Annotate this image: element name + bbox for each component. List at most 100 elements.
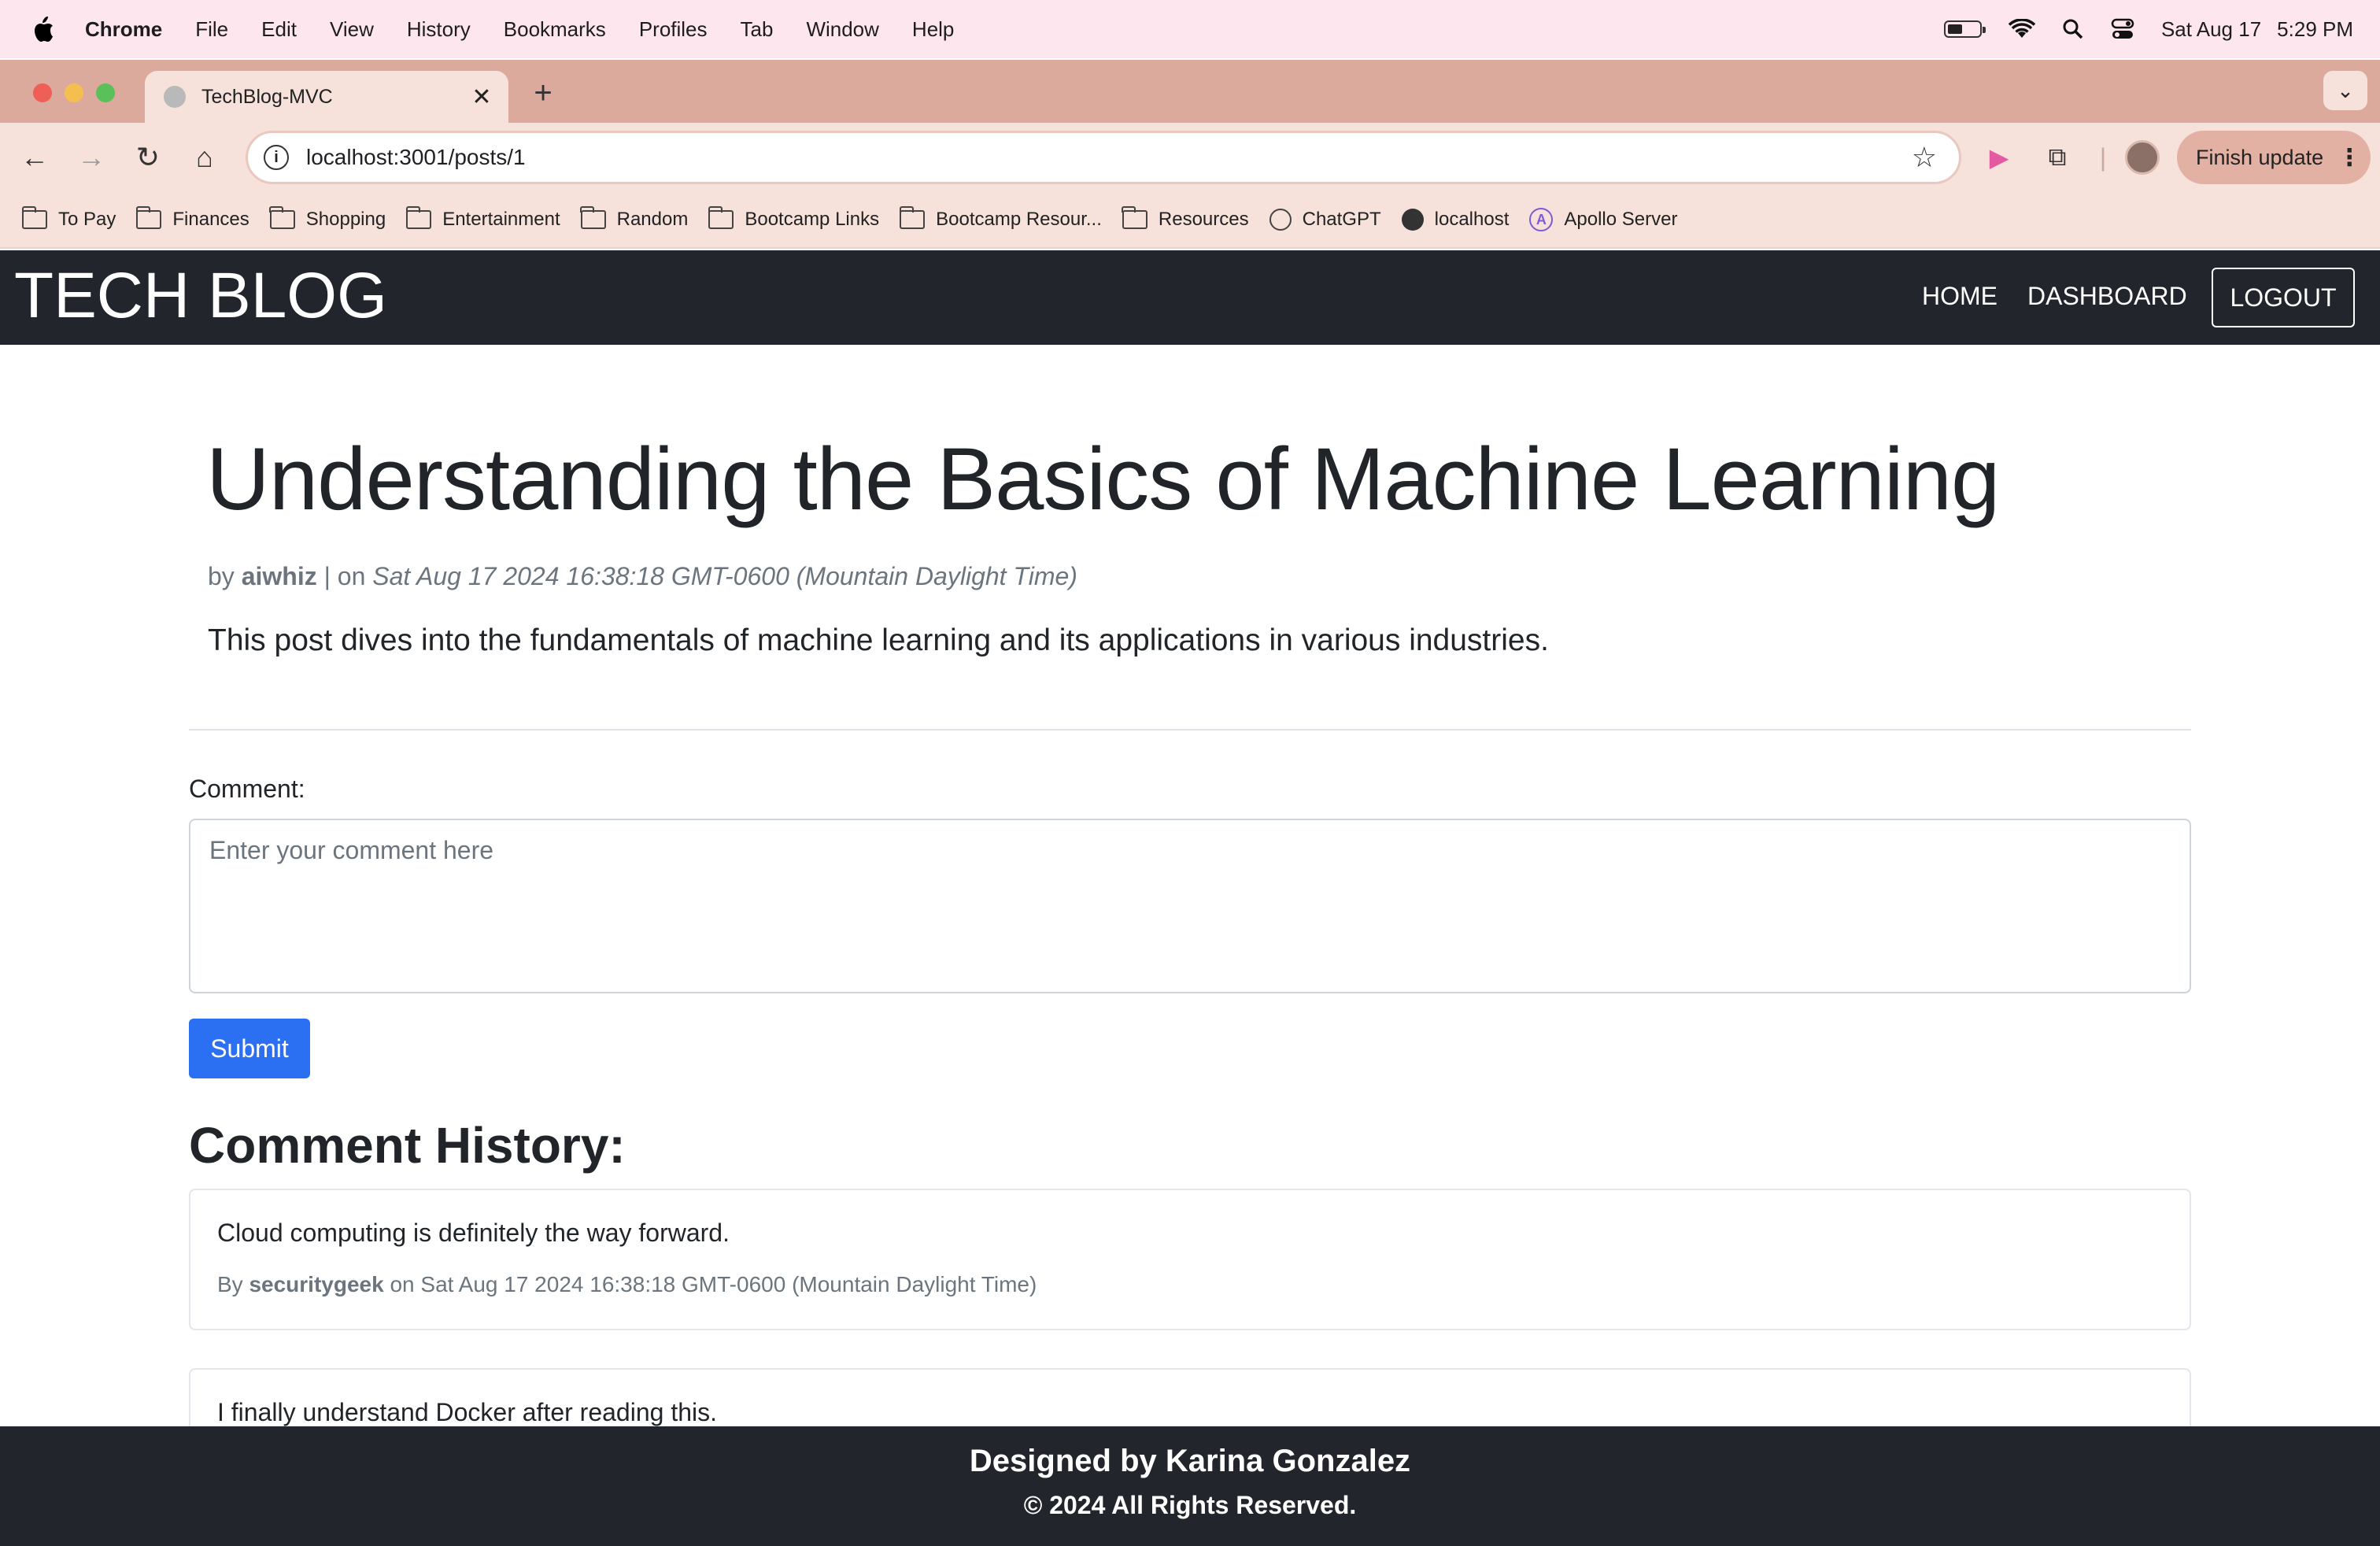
wifi-icon[interactable]	[2008, 19, 2035, 39]
chatgpt-icon	[1269, 209, 1292, 231]
menu-window[interactable]: Window	[806, 17, 878, 42]
bookmark-chatgpt[interactable]: ChatGPT	[1269, 209, 1381, 231]
forward-arrow-icon[interactable]: →	[72, 139, 110, 176]
profile-avatar[interactable]	[2125, 140, 2160, 175]
post-byline: by aiwhiz | on Sat Aug 17 2024 16:38:18 …	[208, 562, 1077, 591]
new-tab-button[interactable]: +	[527, 76, 559, 111]
window-maximize-button[interactable]	[96, 83, 115, 102]
reload-icon[interactable]: ↻	[129, 139, 167, 176]
bookmark-label: Entertainment	[442, 209, 560, 230]
bookmark-label: localhost	[1434, 209, 1510, 230]
menubar-time[interactable]: 5:29 PM	[2277, 17, 2353, 42]
site-info-icon[interactable]: i	[264, 145, 289, 170]
address-bar[interactable]: i localhost:3001/posts/1 ☆	[246, 131, 1961, 184]
finish-update-label: Finish update	[2196, 145, 2324, 169]
tab-title: TechBlog-MVC	[201, 85, 333, 108]
bookmark-finances[interactable]: Finances	[135, 206, 249, 231]
submit-comment-button[interactable]: Submit	[189, 1019, 310, 1078]
toolbar-separator: |	[2099, 142, 2107, 172]
extensions-puzzle-icon[interactable]: ⧉	[2038, 139, 2076, 176]
browser-tab-active[interactable]: TechBlog-MVC ✕	[145, 71, 508, 123]
comment-text: I finally understand Docker after readin…	[217, 1398, 717, 1426]
bookmark-entertainment[interactable]: Entertainment	[405, 206, 560, 231]
browser-toolbar: ← → ↻ ⌂ i localhost:3001/posts/1 ☆ ▶ ⧉ |…	[0, 123, 2380, 192]
menu-file[interactable]: File	[195, 17, 228, 42]
menu-bookmarks[interactable]: Bookmarks	[504, 17, 606, 42]
folder-icon	[899, 206, 926, 229]
bookmark-shopping[interactable]: Shopping	[269, 206, 386, 231]
folder-icon	[708, 206, 734, 229]
comment-meta: By securitygeek on Sat Aug 17 2024 16:38…	[217, 1272, 1037, 1297]
battery-icon[interactable]	[1943, 20, 1986, 38]
browser-chrome: TechBlog-MVC ✕ + ⌄ ← → ↻ ⌂ i localhost:3…	[0, 60, 2380, 249]
address-bar-url[interactable]: localhost:3001/posts/1	[306, 145, 1912, 170]
comment-label: Comment:	[189, 775, 305, 803]
bookmark-label: To Pay	[58, 209, 116, 230]
bookmark-bootcamp-links[interactable]: Bootcamp Links	[708, 206, 880, 231]
window-minimize-button[interactable]	[65, 83, 83, 102]
bookmark-label: Shopping	[305, 209, 386, 230]
site-header: TECH BLOG HOME DASHBOARD LOGOUT	[0, 250, 2380, 345]
logout-button[interactable]: LOGOUT	[2212, 268, 2355, 327]
footer-copyright: © 2024 All Rights Reserved.	[1023, 1491, 1357, 1519]
byline-prefix: by	[208, 562, 235, 590]
section-divider	[189, 729, 2191, 730]
apollo-icon: A	[1529, 208, 1554, 231]
macos-menu-bar: Chrome File Edit View History Bookmarks …	[0, 0, 2380, 58]
comment-by-prefix: By	[217, 1272, 243, 1296]
bookmark-random[interactable]: Random	[580, 206, 689, 231]
comment-history-title: Comment History:	[189, 1117, 626, 1174]
finish-update-button[interactable]: Finish update ⋮	[2177, 131, 2371, 184]
menu-profiles[interactable]: Profiles	[639, 17, 708, 42]
menubar-status-area: Sat Aug 17 5:29 PM	[1943, 0, 2353, 58]
post-author: aiwhiz	[241, 562, 317, 590]
comment-author: securitygeek	[249, 1272, 384, 1296]
window-controls	[33, 83, 115, 102]
bookmark-star-icon[interactable]: ☆	[1912, 141, 1937, 174]
globe-icon	[164, 86, 186, 108]
bookmark-resources[interactable]: Resources	[1122, 206, 1249, 231]
spotlight-search-icon[interactable]	[2062, 18, 2084, 40]
more-menu-icon: ⋮	[2338, 144, 2362, 171]
folder-icon	[269, 206, 295, 229]
bookmark-localhost[interactable]: localhost	[1401, 209, 1510, 231]
menu-tab[interactable]: Tab	[741, 17, 774, 42]
folder-icon	[580, 206, 606, 229]
home-icon[interactable]: ⌂	[186, 139, 224, 176]
bookmark-apollo-server[interactable]: A Apollo Server	[1529, 208, 1677, 231]
comment-text: Cloud computing is definitely the way fo…	[217, 1219, 730, 1247]
bookmark-label: Apollo Server	[1564, 209, 1678, 230]
bookmark-to-pay[interactable]: To Pay	[21, 206, 116, 231]
nav-dashboard-link[interactable]: DASHBOARD	[2027, 282, 2187, 311]
bookmark-label: ChatGPT	[1302, 209, 1381, 230]
globe-icon	[1401, 209, 1424, 231]
menu-history[interactable]: History	[407, 17, 471, 42]
menu-app-name[interactable]: Chrome	[85, 17, 162, 42]
tab-search-chevron-icon[interactable]: ⌄	[2323, 71, 2367, 110]
bookmarks-bar: To Pay Finances Shopping Entertainment R…	[0, 192, 2380, 249]
bookmark-label: Resources	[1158, 209, 1249, 230]
control-center-icon[interactable]	[2111, 18, 2134, 40]
nav-home-link[interactable]: HOME	[1922, 282, 1998, 311]
post-title: Understanding the Basics of Machine Lear…	[206, 430, 2000, 528]
bookmark-bootcamp-resources[interactable]: Bootcamp Resour...	[899, 206, 1102, 231]
bookmark-label: Finances	[172, 209, 249, 230]
apple-icon[interactable]	[31, 15, 55, 43]
site-brand[interactable]: TECH BLOG	[14, 257, 387, 335]
tab-close-icon[interactable]: ✕	[466, 83, 497, 111]
bookmark-label: Random	[616, 209, 689, 230]
footer-designed-by: Designed by Karina Gonzalez	[969, 1444, 1411, 1478]
post-date: Sat Aug 17 2024 16:38:18 GMT-0600 (Mount…	[372, 562, 1077, 590]
menu-view[interactable]: View	[330, 17, 374, 42]
window-close-button[interactable]	[33, 83, 52, 102]
comment-textarea[interactable]	[189, 819, 2191, 993]
menubar-date[interactable]: Sat Aug 17	[2161, 17, 2261, 42]
folder-icon	[21, 206, 47, 229]
bookmark-label: Bootcamp Resour...	[936, 209, 1102, 230]
bookmark-label: Bootcamp Links	[745, 209, 880, 230]
back-arrow-icon[interactable]: ←	[16, 139, 54, 176]
menu-edit[interactable]: Edit	[261, 17, 297, 42]
menu-help[interactable]: Help	[912, 17, 954, 42]
site-footer: Designed by Karina Gonzalez © 2024 All R…	[0, 1426, 2380, 1546]
extension-icon[interactable]: ▶	[1980, 139, 2018, 176]
